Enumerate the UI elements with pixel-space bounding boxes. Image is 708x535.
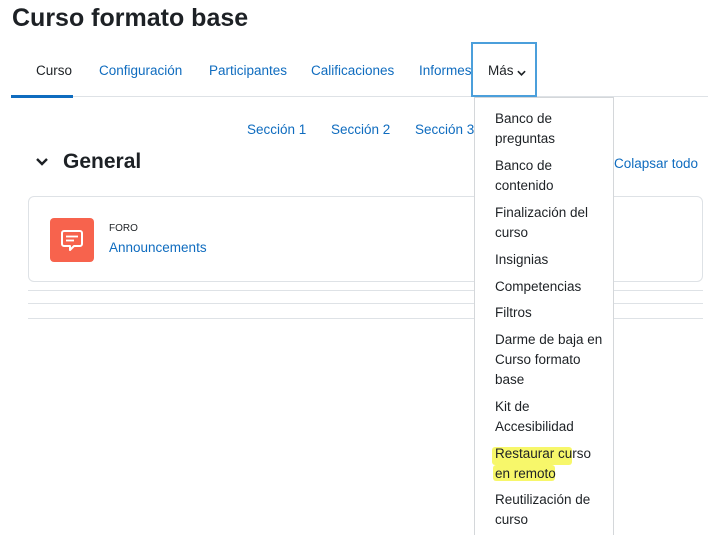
tab-informes[interactable]: Informes xyxy=(419,63,472,78)
tab-calificaciones[interactable]: Calificaciones xyxy=(311,63,394,78)
section-heading-general: General xyxy=(63,150,142,173)
activity-type-label: FORO xyxy=(109,223,138,234)
section-link-2[interactable]: Sección 2 xyxy=(331,122,390,137)
tab-mas-label: Más xyxy=(488,63,514,78)
section-link-1[interactable]: Sección 1 xyxy=(247,122,306,137)
menu-item-darme-de-baja[interactable]: Darme de baja en Curso formato base xyxy=(495,330,605,390)
menu-item-kit-accesibilidad[interactable]: Kit de Accesibilidad xyxy=(495,397,605,437)
menu-item-banco-preguntas[interactable]: Banco de preguntas xyxy=(495,109,605,149)
tab-curso[interactable]: Curso xyxy=(36,63,72,78)
tab-participantes[interactable]: Participantes xyxy=(209,63,287,78)
chevron-down-icon[interactable] xyxy=(35,156,49,168)
active-tab-indicator xyxy=(11,95,73,98)
tab-configuracion[interactable]: Configuración xyxy=(99,63,182,78)
tab-mas[interactable]: Más xyxy=(471,42,537,97)
menu-item-filtros[interactable]: Filtros xyxy=(495,303,605,323)
menu-item-competencias[interactable]: Competencias xyxy=(495,277,605,297)
menu-item-banco-contenido[interactable]: Banco de contenido xyxy=(495,156,605,196)
activity-link-announcements[interactable]: Announcements xyxy=(109,240,207,255)
secondary-navigation: Curso Configuración Participantes Califi… xyxy=(11,0,708,100)
menu-item-insignias[interactable]: Insignias xyxy=(495,250,605,270)
menu-item-restaurar-curso-remoto[interactable]: Restaurar curso en remoto xyxy=(495,444,605,484)
menu-item-finalizacion-curso[interactable]: Finalización del curso xyxy=(495,203,605,243)
section-link-3[interactable]: Sección 3 xyxy=(415,122,474,137)
chevron-down-icon xyxy=(517,70,526,76)
forum-icon xyxy=(50,218,94,262)
menu-item-reutilizacion-curso[interactable]: Reutilización de curso xyxy=(495,490,605,530)
collapse-all-link[interactable]: Colapsar todo xyxy=(614,156,698,171)
